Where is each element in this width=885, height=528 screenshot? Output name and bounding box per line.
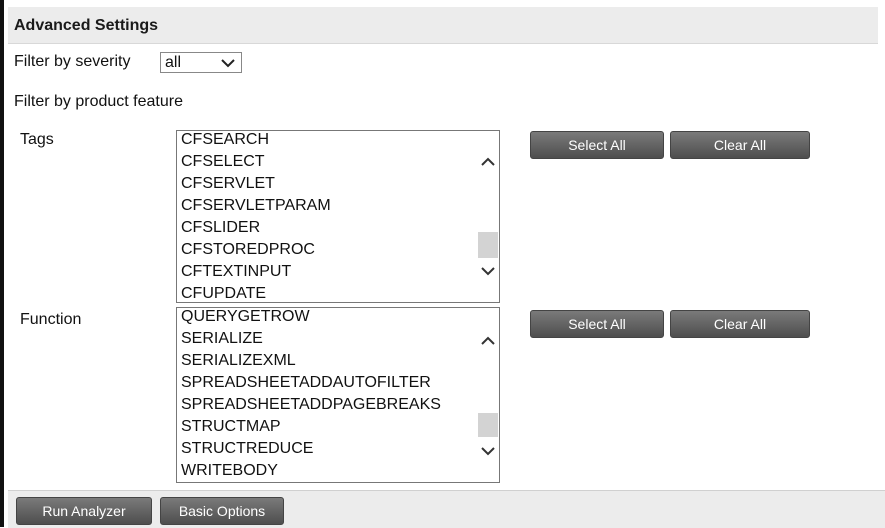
severity-select[interactable]: all bbox=[160, 52, 242, 73]
advanced-settings-panel: Advanced Settings Filter by severity all… bbox=[8, 0, 885, 528]
list-item[interactable]: CFSTOREDPROC bbox=[181, 239, 331, 261]
list-item[interactable]: SERIALIZEXML bbox=[181, 350, 441, 372]
panel-title: Advanced Settings bbox=[14, 17, 159, 34]
list-item[interactable]: WRITEBODY bbox=[181, 460, 441, 482]
chevron-down-icon bbox=[221, 56, 235, 74]
function-clear-all-button[interactable]: Clear All bbox=[670, 310, 810, 338]
product-feature-label: Filter by product feature bbox=[14, 93, 183, 110]
tags-clear-all-button[interactable]: Clear All bbox=[670, 131, 810, 159]
list-item[interactable]: CFUPDATE bbox=[181, 283, 331, 302]
left-border bbox=[0, 0, 4, 527]
tags-listbox[interactable]: CFSEARCH CFSELECT CFSERVLET CFSERVLETPAR… bbox=[176, 130, 500, 303]
list-item[interactable]: CFSERVLETPARAM bbox=[181, 195, 331, 217]
basic-options-button[interactable]: Basic Options bbox=[160, 497, 284, 525]
panel-footer: Run Analyzer Basic Options bbox=[8, 490, 885, 528]
function-scrollbar[interactable] bbox=[478, 309, 498, 481]
list-item[interactable]: SPREADSHEETADDPAGEBREAKS bbox=[181, 394, 441, 416]
list-item[interactable]: CFTEXTINPUT bbox=[181, 261, 331, 283]
tags-items: CFSEARCH CFSELECT CFSERVLET CFSERVLETPAR… bbox=[181, 131, 331, 302]
list-item[interactable]: STRUCTMAP bbox=[181, 416, 441, 438]
tags-label: Tags bbox=[20, 131, 54, 148]
function-label: Function bbox=[20, 311, 82, 328]
function-select-all-button[interactable]: Select All bbox=[530, 310, 664, 338]
severity-value: all bbox=[165, 54, 182, 71]
scroll-up-icon[interactable] bbox=[478, 331, 498, 351]
scroll-up-icon[interactable] bbox=[478, 152, 498, 172]
function-scroll-thumb[interactable] bbox=[478, 413, 498, 437]
function-items: QUERYGETROW SERIALIZE SERIALIZEXML SPREA… bbox=[181, 308, 441, 482]
list-item[interactable]: CFSELECT bbox=[181, 151, 331, 173]
run-analyzer-button[interactable]: Run Analyzer bbox=[16, 497, 152, 525]
panel-header: Advanced Settings bbox=[8, 7, 878, 44]
tags-scrollbar[interactable] bbox=[478, 132, 498, 301]
list-item[interactable]: SERIALIZE bbox=[181, 328, 441, 350]
list-item[interactable]: CFSERVLET bbox=[181, 173, 331, 195]
severity-label: Filter by severity bbox=[14, 53, 131, 70]
scroll-down-icon[interactable] bbox=[478, 441, 498, 461]
list-item[interactable]: CFSLIDER bbox=[181, 217, 331, 239]
function-listbox[interactable]: QUERYGETROW SERIALIZE SERIALIZEXML SPREA… bbox=[176, 307, 500, 483]
scroll-down-icon[interactable] bbox=[478, 261, 498, 281]
list-item[interactable]: SPREADSHEETADDAUTOFILTER bbox=[181, 372, 441, 394]
list-item[interactable]: CFSEARCH bbox=[181, 131, 331, 151]
list-item[interactable]: STRUCTREDUCE bbox=[181, 438, 441, 460]
list-item[interactable]: QUERYGETROW bbox=[181, 308, 441, 328]
tags-select-all-button[interactable]: Select All bbox=[530, 131, 664, 159]
tags-scroll-thumb[interactable] bbox=[478, 232, 498, 258]
